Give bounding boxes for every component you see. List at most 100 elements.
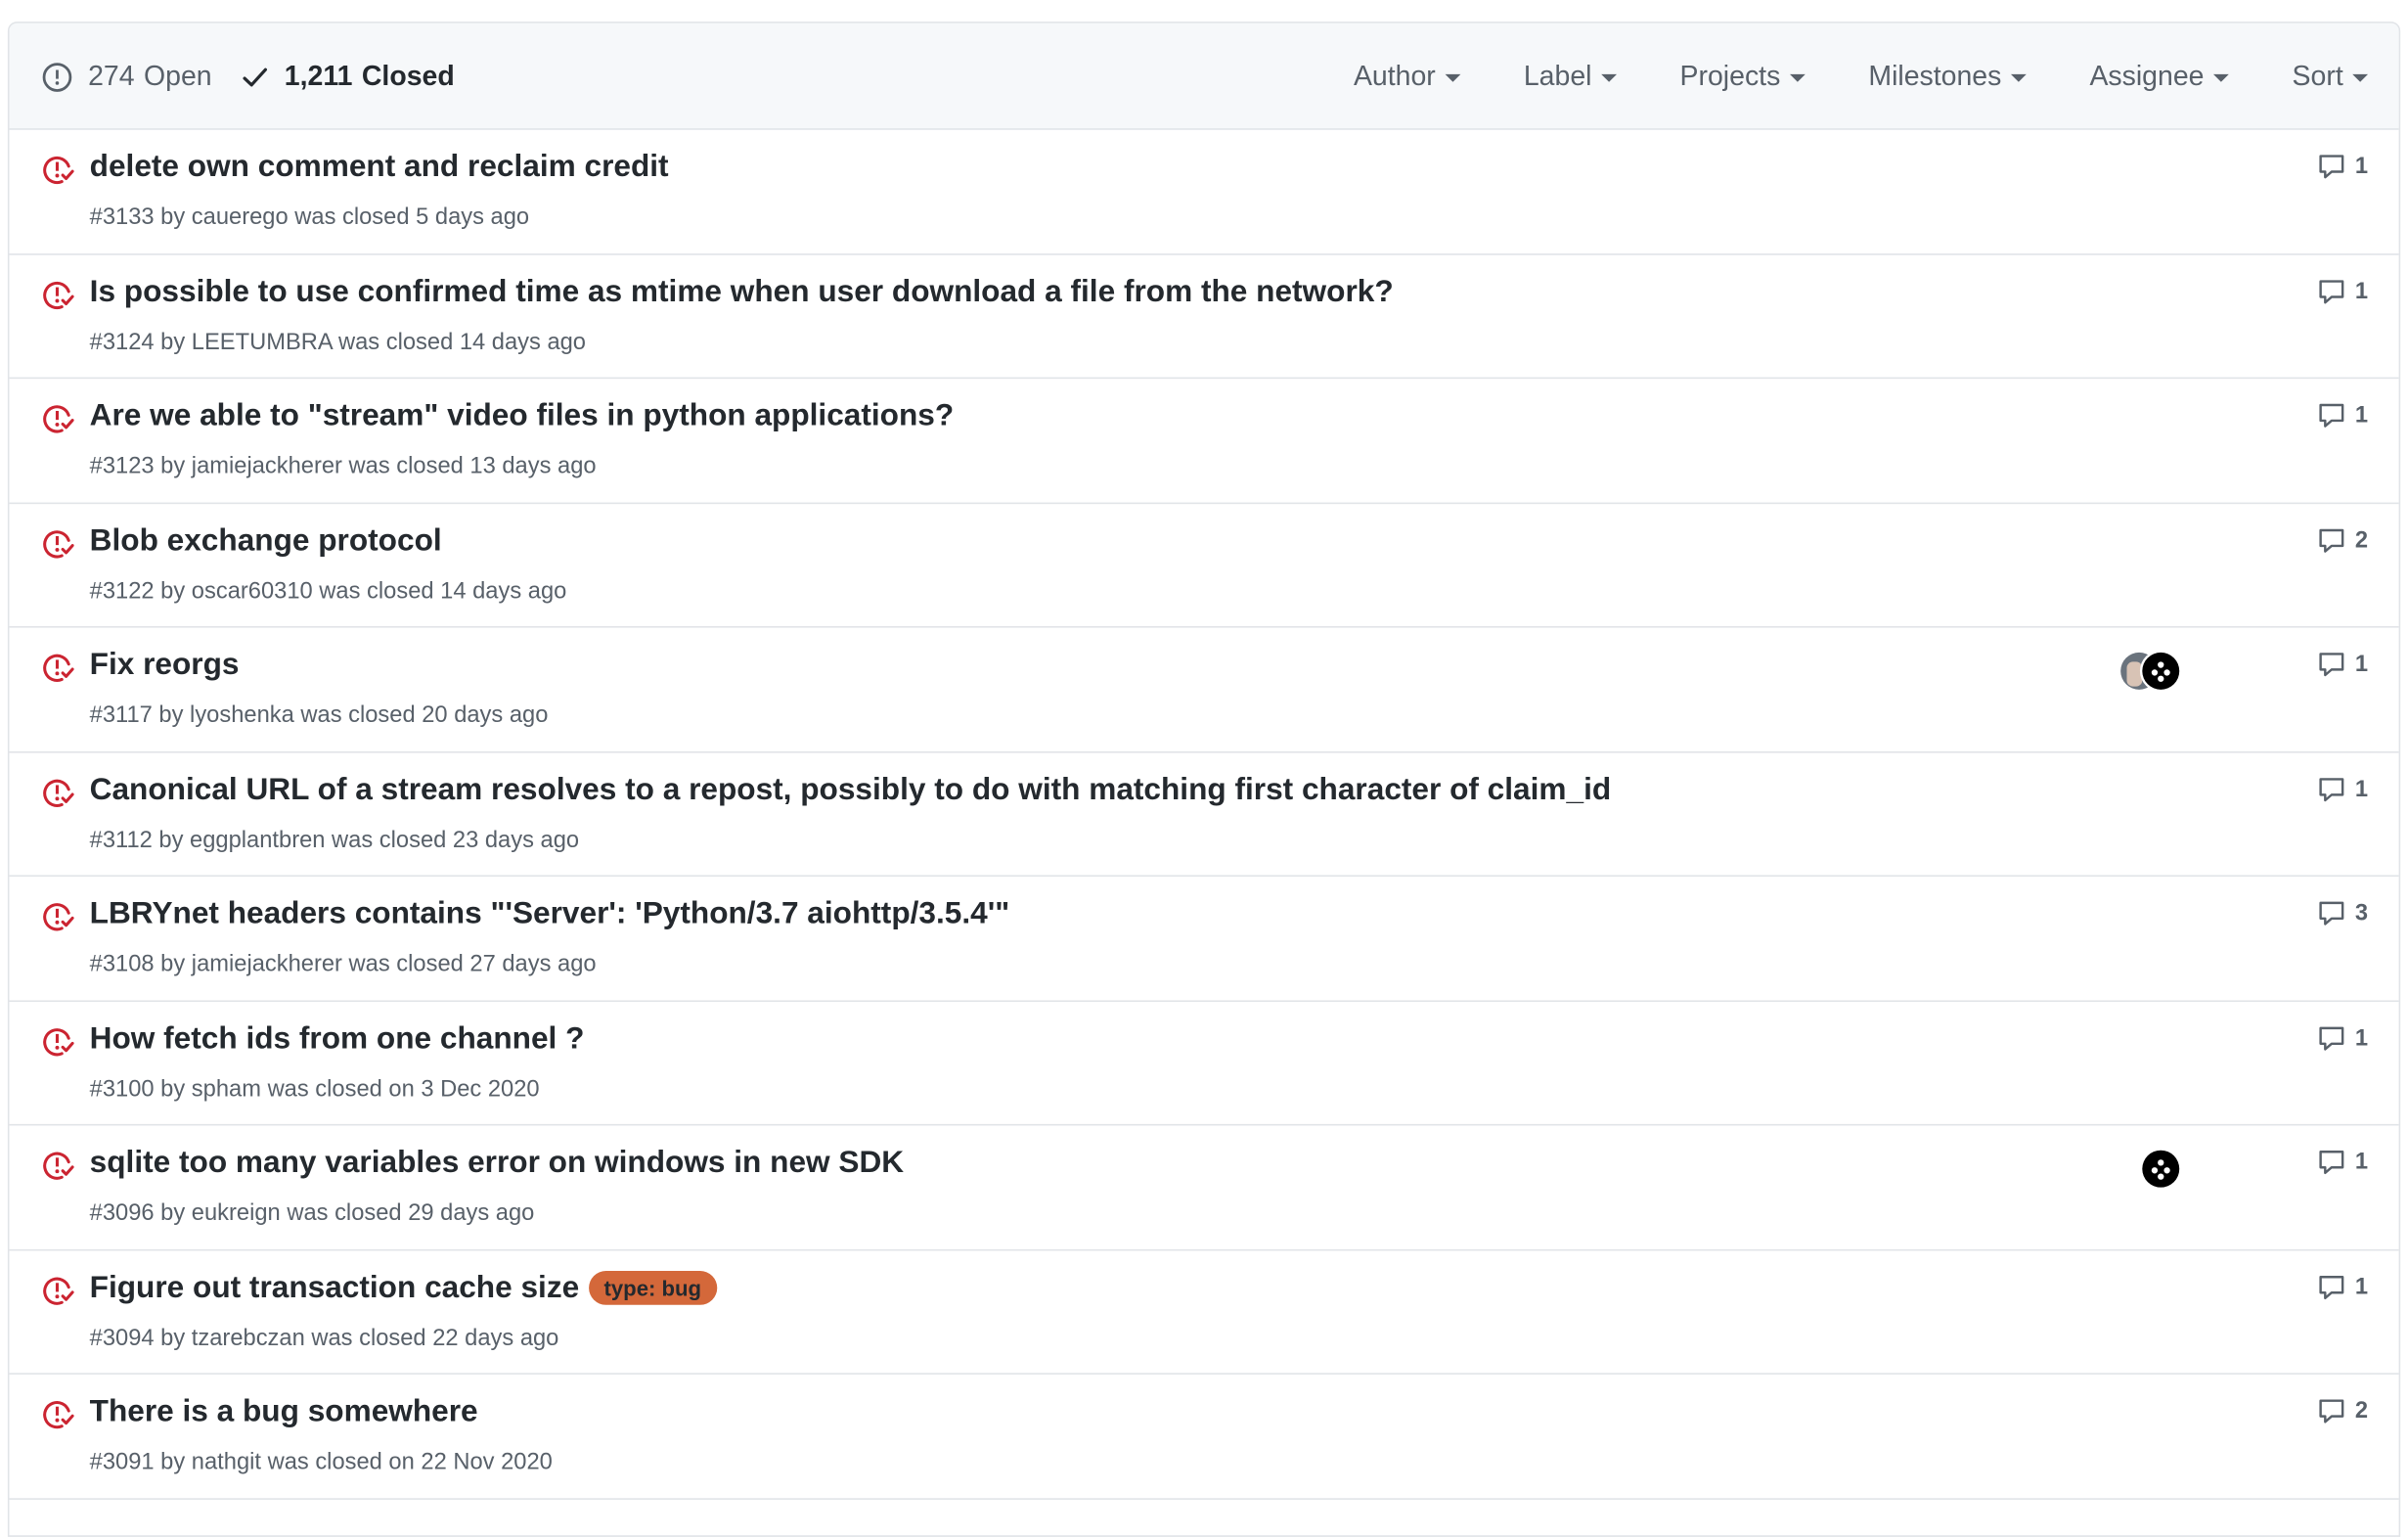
- issue-closed-icon: [43, 778, 74, 807]
- issue-number: #3100: [89, 1075, 155, 1102]
- issue-closed-icon: [43, 654, 74, 682]
- label-filter[interactable]: Label: [1524, 61, 1617, 93]
- caret-down-icon: [1789, 73, 1806, 82]
- issue-meta: #3108 by jamiejackherer was closed 27 da…: [90, 951, 597, 977]
- issue-author-link[interactable]: nathgit: [192, 1449, 261, 1475]
- comments-link[interactable]: 1: [2316, 774, 2368, 803]
- issue-number: #3096: [89, 1199, 155, 1227]
- comment-count: 1: [2354, 153, 2369, 180]
- comment-icon: [2318, 1399, 2343, 1424]
- comment-count: 3: [2354, 899, 2369, 927]
- issue-meta: #3133 by cauerego was closed 5 days ago: [90, 204, 529, 231]
- issue-title-link[interactable]: How fetch ids from one channel ?: [90, 1021, 585, 1057]
- issue-title-link[interactable]: Blob exchange protocol: [90, 523, 442, 559]
- assignee-avatar[interactable]: [2142, 652, 2180, 690]
- issue-author-link[interactable]: oscar60310: [192, 577, 313, 604]
- assignees: [2142, 1150, 2180, 1188]
- issue-title-link[interactable]: There is a bug somewhere: [90, 1394, 478, 1429]
- comments-link[interactable]: 2: [2316, 525, 2368, 555]
- issue-closed-icon: [43, 1401, 74, 1429]
- open-issues-tab[interactable]: 274 Open: [42, 23, 212, 130]
- issue-closed-icon: [43, 281, 74, 309]
- comment-icon: [2318, 403, 2343, 428]
- issue-meta: #3124 by LEETUMBRA was closed 14 days ag…: [90, 329, 586, 355]
- issue-meta: #3122 by oscar60310 was closed 14 days a…: [90, 577, 567, 604]
- comments-link[interactable]: 1: [2316, 276, 2368, 305]
- issue-closed-time: was closed 27 days ago: [348, 950, 597, 977]
- author-filter[interactable]: Author: [1353, 60, 1461, 93]
- issue-title-link[interactable]: Is possible to use confirmed time as mti…: [90, 275, 1394, 310]
- comments-link[interactable]: 2: [2316, 1396, 2368, 1425]
- filter-bar: Author Label Projects Milestones Assigne…: [1290, 23, 2369, 130]
- issue-closed-time: was closed 20 days ago: [300, 701, 549, 729]
- author-filter-label: Author: [1353, 60, 1436, 92]
- comment-count: 1: [2354, 1149, 2369, 1176]
- comment-icon: [2318, 279, 2343, 303]
- issue-closed-time: was closed 23 days ago: [332, 826, 580, 853]
- issue-by: by: [160, 1075, 186, 1102]
- issue-closed-time: was closed 29 days ago: [287, 1199, 535, 1227]
- comments-link[interactable]: 1: [2316, 650, 2368, 679]
- comment-count: 1: [2354, 1273, 2369, 1300]
- issue-row: sqlite too many variables error on windo…: [9, 1125, 2399, 1250]
- issue-author-link[interactable]: eggplantbren: [190, 827, 325, 853]
- closed-issues-tab[interactable]: 1,211 Closed: [242, 23, 455, 130]
- issue-by: by: [160, 203, 186, 231]
- issue-title-link[interactable]: LBRYnet headers contains "'Server': 'Pyt…: [90, 897, 1010, 932]
- comment-icon: [2318, 527, 2343, 553]
- issue-row: Figure out transaction cache size type: …: [9, 1250, 2399, 1375]
- issue-row: Is possible to use confirmed time as mti…: [9, 254, 2399, 380]
- comments-link[interactable]: 1: [2316, 1272, 2368, 1301]
- issue-meta: #3123 by jamiejackherer was closed 13 da…: [90, 453, 597, 479]
- issue-number: #3124: [89, 328, 155, 355]
- issue-title-link[interactable]: Are we able to "stream" video files in p…: [90, 399, 955, 434]
- comments-link[interactable]: 1: [2316, 1022, 2368, 1052]
- issue-author-link[interactable]: jamiejackherer: [192, 951, 342, 977]
- issue-row: Canonical URL of a stream resolves to a …: [9, 752, 2399, 878]
- issue-title-link[interactable]: Fix reorgs: [90, 648, 240, 683]
- issue-title-link[interactable]: sqlite too many variables error on windo…: [90, 1146, 904, 1181]
- sort-filter[interactable]: Sort: [2293, 61, 2369, 93]
- comment-count: 2: [2354, 1397, 2369, 1424]
- assignee-filter[interactable]: Assignee: [2089, 61, 2229, 93]
- issue-row: There is a bug somewhere #3091 by nathgi…: [9, 1375, 2399, 1500]
- comment-icon: [2318, 1275, 2343, 1299]
- issues-list-box: 274 Open 1,211 Closed Author Label Proje…: [7, 22, 2401, 1537]
- issue-by: by: [160, 950, 186, 977]
- issue-meta: #3112 by eggplantbren was closed 23 days…: [90, 827, 579, 853]
- comments-link[interactable]: 1: [2316, 152, 2368, 181]
- comment-count: 1: [2354, 1023, 2369, 1051]
- comment-count: 1: [2354, 775, 2369, 802]
- issue-row: How fetch ids from one channel ? #3100 b…: [9, 1001, 2399, 1126]
- issue-title-link[interactable]: Figure out transaction cache size: [90, 1270, 580, 1305]
- issue-author-link[interactable]: LEETUMBRA: [192, 329, 333, 355]
- issue-number: #3122: [89, 577, 155, 605]
- issue-meta: #3091 by nathgit was closed on 22 Nov 20…: [90, 1449, 553, 1475]
- issue-author-link[interactable]: eukreign: [192, 1199, 281, 1226]
- milestones-filter[interactable]: Milestones: [1868, 61, 2027, 93]
- issue-author-link[interactable]: jamiejackherer: [192, 453, 342, 479]
- caret-down-icon: [1600, 73, 1617, 82]
- comments-link[interactable]: 3: [2316, 898, 2368, 927]
- issue-meta: #3117 by lyoshenka was closed 20 days ag…: [90, 701, 549, 728]
- comments-link[interactable]: 1: [2316, 1148, 2368, 1177]
- issue-number: #3094: [89, 1324, 155, 1351]
- issue-author-link[interactable]: tzarebczan: [192, 1325, 305, 1351]
- projects-filter[interactable]: Projects: [1680, 61, 1806, 93]
- comments-link[interactable]: 1: [2316, 400, 2368, 429]
- issue-author-link[interactable]: cauerego: [192, 204, 289, 231]
- label-type-bug[interactable]: type: bug: [588, 1271, 717, 1305]
- issue-author-link[interactable]: lyoshenka: [190, 701, 294, 728]
- issue-row: LBRYnet headers contains "'Server': 'Pyt…: [9, 877, 2399, 1002]
- issue-title-link[interactable]: Canonical URL of a stream resolves to a …: [90, 772, 1612, 807]
- caret-down-icon: [2010, 73, 2027, 82]
- projects-filter-label: Projects: [1679, 60, 1781, 92]
- issue-by: by: [160, 1199, 186, 1227]
- assignee-avatar[interactable]: [2142, 1150, 2180, 1188]
- issue-number: #3117: [89, 701, 153, 729]
- issue-author-link[interactable]: spham: [192, 1075, 261, 1102]
- issue-title-link[interactable]: delete own comment and reclaim credit: [90, 150, 669, 185]
- comment-icon: [2318, 1151, 2343, 1175]
- issue-by: by: [160, 453, 186, 479]
- comment-icon: [2318, 155, 2343, 179]
